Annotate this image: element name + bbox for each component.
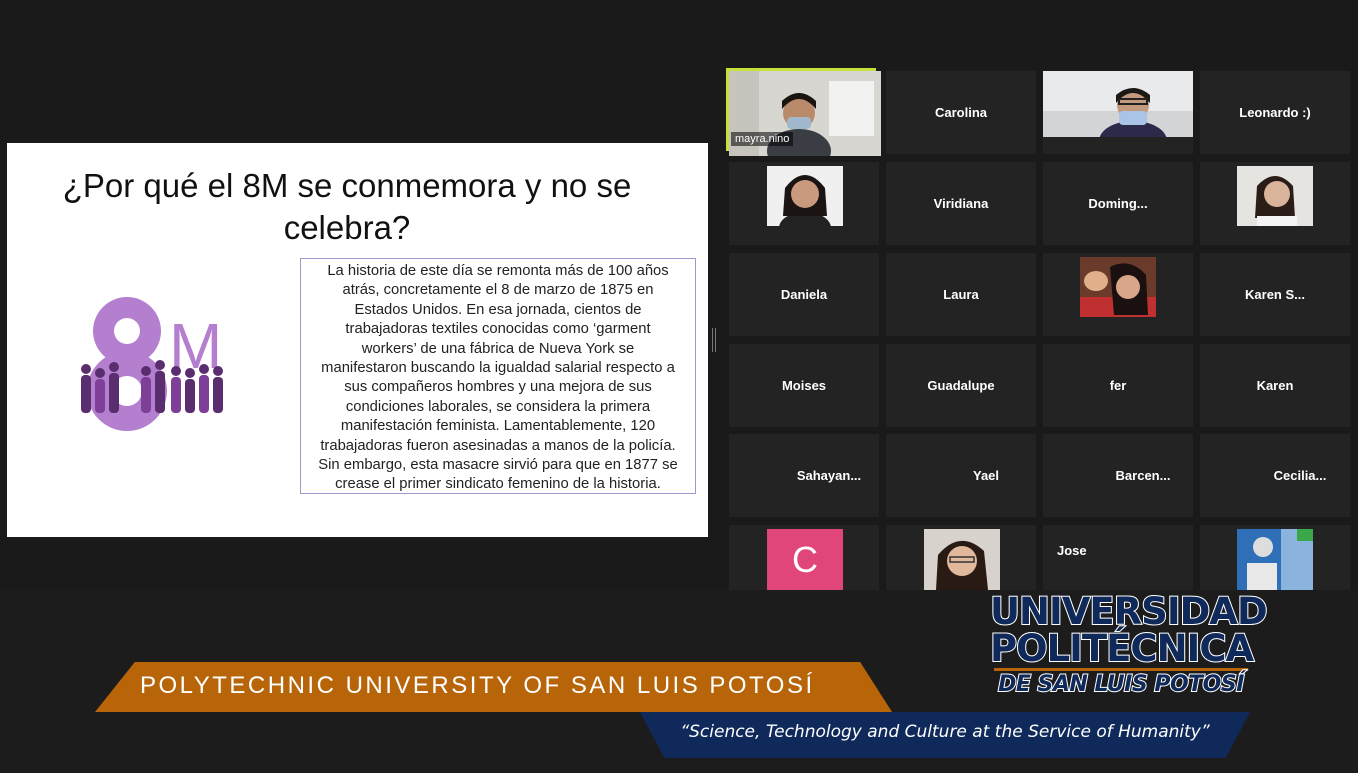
avatar: C	[767, 529, 843, 590]
logo-line-3: DE SAN LUIS POTOSÍ	[997, 671, 1245, 698]
participant-name: Cecilia...	[1273, 468, 1327, 483]
participant-name: Karen	[1256, 378, 1294, 393]
splitter-handle[interactable]	[712, 328, 716, 352]
8m-logo-icon: M	[81, 297, 223, 431]
participant-tile[interactable]	[729, 162, 879, 245]
participant-video	[767, 166, 843, 226]
participant-name: Guadalupe	[927, 378, 995, 393]
participant-tile[interactable]: Doming...	[1043, 162, 1193, 245]
participant-tile[interactable]: C	[729, 525, 879, 590]
participant-tile[interactable]	[886, 525, 1036, 590]
participant-tile[interactable]: Jose	[1043, 525, 1193, 590]
participant-name: Daniela	[780, 287, 828, 302]
participant-tile[interactable]: Viridiana	[886, 162, 1036, 245]
participant-name: Karen S...	[1245, 287, 1305, 302]
logo-line-2: POLITÉCNICA	[989, 627, 1255, 670]
participant-tile[interactable]: Cecilia...	[1200, 434, 1350, 517]
participant-tile[interactable]: Karen	[1200, 344, 1350, 427]
participant-tile[interactable]	[1043, 71, 1193, 154]
participant-name: mayra.nino	[731, 132, 794, 146]
participant-name: Moises	[781, 378, 827, 393]
participant-name: Laura	[943, 287, 979, 302]
participant-tile[interactable]: Moises	[729, 344, 879, 427]
slide-body-text: La historia de este día se remonta más d…	[300, 258, 696, 494]
participant-name: Jose	[1057, 543, 1087, 558]
participant-name: Leonardo :)	[1239, 105, 1311, 120]
participant-tile[interactable]: Yael	[886, 434, 1036, 517]
participant-video	[1080, 257, 1156, 317]
participant-tile[interactable]: Barcen...	[1043, 434, 1193, 517]
participant-name: Barcen...	[1115, 468, 1171, 483]
participant-video	[1043, 71, 1193, 137]
participant-tile[interactable]	[1200, 162, 1350, 245]
university-logo: UNIVERSIDAD POLITÉCNICA DE SAN LUIS POTO…	[989, 590, 1269, 705]
slide-title: ¿Por qué el 8M se conmemora y no se cele…	[62, 167, 632, 246]
participant-video	[1237, 166, 1313, 226]
participant-name: Doming...	[1088, 196, 1148, 211]
university-motto: “Science, Technology and Culture at the …	[680, 722, 1210, 742]
participant-tile[interactable]: fer	[1043, 344, 1193, 427]
participant-name: Sahayan...	[796, 468, 862, 483]
participant-tile[interactable]: Laura	[886, 253, 1036, 336]
participant-tile[interactable]: Carolina	[886, 71, 1036, 154]
participant-name: Carolina	[934, 105, 987, 120]
participant-tile[interactable]: Daniela	[729, 253, 879, 336]
participant-name: Yael	[972, 468, 1000, 483]
participant-tile[interactable]: Sahayan...	[729, 434, 879, 517]
participant-tile[interactable]	[1043, 253, 1193, 336]
participant-tile[interactable]: Guadalupe	[886, 344, 1036, 427]
participant-tile[interactable]	[1200, 525, 1350, 590]
participant-name: fer	[1109, 378, 1127, 393]
participant-tile[interactable]: mayra.nino	[726, 68, 881, 156]
participant-tile[interactable]: Leonardo :)	[1200, 71, 1350, 154]
university-english-name: POLYTECHNIC UNIVERSITY OF SAN LUIS POTOS…	[140, 672, 815, 699]
meeting-area: ¿Por qué el 8M se conmemora y no se cele…	[0, 0, 1358, 590]
participant-video	[924, 529, 1000, 590]
participant-tile[interactable]: Karen S...	[1200, 253, 1350, 336]
logo-line-1: UNIVERSIDAD	[989, 590, 1269, 633]
participant-video	[1237, 529, 1313, 590]
shared-slide: ¿Por qué el 8M se conmemora y no se cele…	[7, 143, 708, 537]
participant-name: Viridiana	[933, 196, 989, 211]
